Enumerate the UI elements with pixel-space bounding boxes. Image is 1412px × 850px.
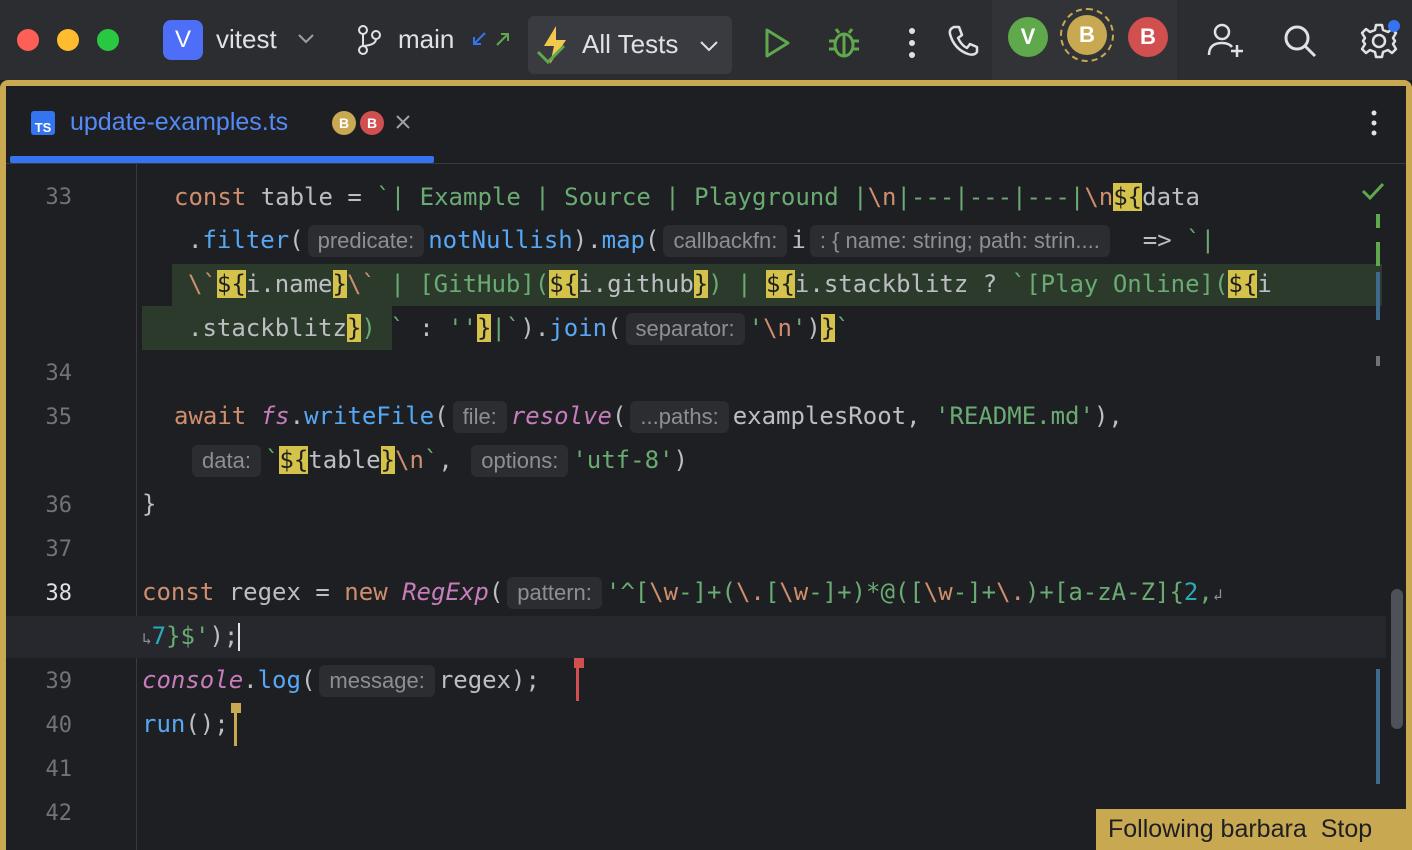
code-line: const table = `| Example | Source | Play… — [174, 183, 1200, 211]
run-config-selector[interactable]: All Tests — [528, 16, 732, 74]
avatar[interactable]: B — [1128, 17, 1168, 57]
typescript-file-icon: TS — [31, 111, 55, 135]
close-window-button[interactable] — [17, 29, 39, 51]
maximize-window-button[interactable] — [97, 29, 119, 51]
avatar: B — [360, 111, 384, 135]
avatar[interactable]: B — [1067, 15, 1107, 55]
code-line: .filter(predicate: notNullish).map(callba… — [188, 225, 1215, 257]
tab-filename: update-examples.ts — [70, 108, 289, 136]
text-cursor — [238, 623, 241, 651]
line-number: 36 — [45, 493, 73, 518]
code-line: ↳7}$'); — [142, 622, 241, 651]
change-marker — [1376, 272, 1380, 320]
settings-gear-icon[interactable] — [1358, 20, 1400, 62]
inlay-hint: message: — [319, 665, 435, 697]
collaborator-caret-flag — [574, 658, 584, 668]
project-selector[interactable]: V vitest — [163, 19, 333, 61]
vertical-scrollbar[interactable] — [1391, 589, 1403, 729]
line-number: 42 — [45, 801, 73, 826]
inlay-hint: options: — [471, 445, 569, 477]
project-icon: V — [163, 20, 203, 60]
run-icon[interactable] — [760, 26, 794, 60]
line-number: 35 — [45, 405, 73, 430]
test-lightning-icon — [534, 22, 574, 68]
branch-name: main — [398, 24, 455, 54]
code-line: run(); — [142, 710, 229, 738]
change-marker — [1376, 669, 1380, 784]
inlay-hint: : { name: string; path: strin.... — [809, 225, 1110, 257]
branch-selector[interactable]: main — [355, 19, 515, 61]
chevron-down-icon — [698, 36, 720, 56]
phone-icon[interactable] — [944, 22, 982, 60]
code-line: const regex = new RegExp(pattern: '^[\w-]… — [142, 577, 1222, 610]
title-bar: V vitest main All Tests V B B — [0, 0, 1412, 80]
code-line: data: `${table}\n`, options:'utf-8') — [188, 445, 688, 477]
gutter-separator — [136, 164, 137, 850]
project-name: vitest — [216, 24, 277, 54]
run-config-name: All Tests — [582, 29, 679, 59]
editor-tab-bar: TS update-examples.ts B B — [6, 86, 1406, 164]
search-icon[interactable] — [1281, 22, 1319, 60]
update-dot — [1388, 20, 1400, 32]
inlay-hint: separator: — [625, 313, 745, 345]
stop-following-button[interactable]: Stop — [1321, 815, 1372, 844]
avatar[interactable]: V — [1008, 17, 1048, 57]
line-number: 40 — [45, 713, 73, 738]
inlay-hint: ...paths: — [630, 401, 729, 433]
inlay-hint: data: — [192, 445, 261, 477]
change-marker — [1376, 242, 1380, 266]
line-number: 39 — [45, 669, 73, 694]
code-line: .stackblitz}) ` : ''}|`).join(separator:… — [188, 313, 850, 345]
active-tab-indicator — [10, 156, 434, 163]
incoming-changes-icon — [470, 30, 488, 48]
no-problems-check-icon — [1360, 179, 1386, 203]
minimize-window-button[interactable] — [57, 29, 79, 51]
more-vertical-icon[interactable] — [900, 26, 924, 60]
collaborator-avatars: V B B — [992, 0, 1177, 80]
close-tab-icon[interactable] — [392, 111, 414, 133]
line-number: 41 — [45, 757, 73, 782]
code-line: } — [142, 490, 157, 518]
inlay-hint: predicate: — [307, 225, 425, 257]
more-vertical-icon[interactable] — [1362, 108, 1386, 138]
code-line: await fs.writeFile(file: resolve(...paths… — [174, 401, 1123, 433]
following-banner: Following barbara Stop — [1096, 809, 1406, 850]
outgoing-changes-icon — [494, 30, 512, 48]
avatar: B — [332, 111, 356, 135]
change-marker — [1376, 356, 1380, 366]
tab-update-examples[interactable]: TS update-examples.ts B B — [6, 86, 434, 163]
change-marker — [1376, 214, 1380, 228]
inlay-hint: callbackfn: — [663, 225, 788, 257]
inlay-hint: pattern: — [507, 577, 602, 609]
line-number: 38 — [45, 581, 73, 606]
inlay-hint: file: — [452, 401, 507, 433]
following-label: Following barbara — [1108, 815, 1307, 843]
git-branch-icon — [355, 24, 383, 56]
line-number: 33 — [45, 185, 73, 210]
line-number: 37 — [45, 537, 73, 562]
collaborator-caret-flag — [231, 703, 241, 713]
add-user-icon[interactable] — [1206, 20, 1246, 60]
code-editor[interactable]: 33 34 35 36 37 38 39 40 41 42 const tabl… — [6, 164, 1406, 850]
line-number: 34 — [45, 361, 73, 386]
debug-icon[interactable] — [826, 24, 862, 60]
code-line: \`${i.name}\` | [GitHub](${i.github}) | … — [188, 270, 1272, 298]
code-line: console.log(message: regex); — [142, 665, 540, 697]
chevron-down-icon — [296, 29, 316, 49]
